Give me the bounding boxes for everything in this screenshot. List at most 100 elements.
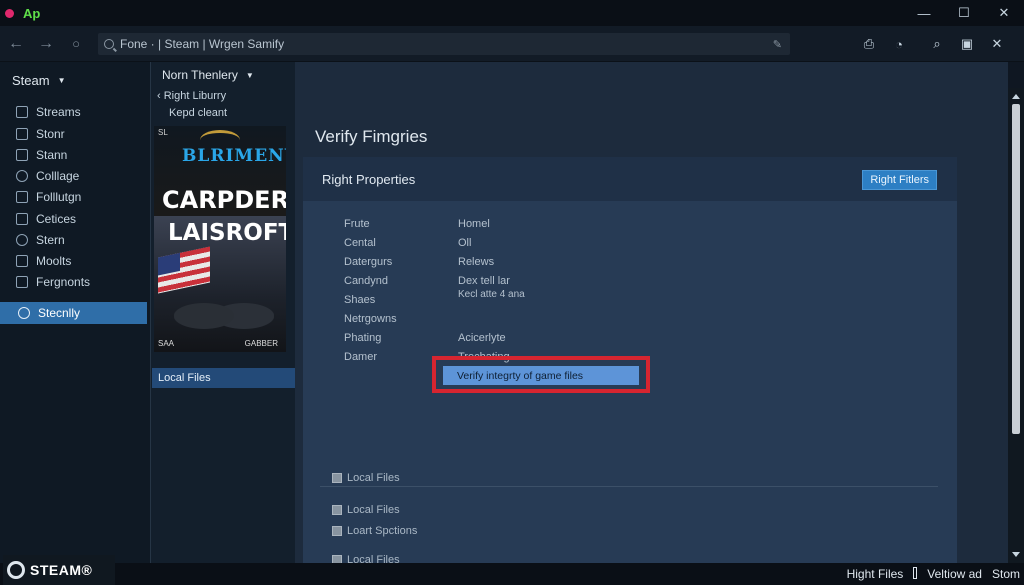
- library-header-label: Norn Thenlery: [162, 68, 238, 82]
- library-column: Norn Thenlery ▼ ‹ Right Liburry Kepd cle…: [150, 62, 295, 563]
- sidebar-item-label: Moolts: [36, 254, 72, 268]
- sidebar-item-stonr[interactable]: Stonr: [16, 124, 65, 144]
- sidebar-item-label: Cetices: [36, 212, 77, 226]
- folder-icon: [16, 191, 28, 203]
- back-link-label: Right Liburry: [163, 90, 227, 102]
- verify-integrity-button[interactable]: Verify integrty of game files: [443, 366, 639, 385]
- prop-label: Damer: [344, 351, 378, 363]
- sidebar-item-active[interactable]: Stecnlly: [0, 302, 147, 324]
- back-link[interactable]: ‹ Right Liburry: [157, 90, 226, 102]
- print-icon[interactable]: ⎙: [856, 32, 882, 56]
- checkbox-loart-spctions[interactable]: Loart Spctions: [332, 525, 417, 537]
- checkbox-local-files-3[interactable]: Local Files: [332, 472, 400, 484]
- sidebar-item-folllutgn[interactable]: Folllutgn: [16, 187, 81, 207]
- main-content: Verify Fimgries Right Properties Right F…: [295, 62, 1008, 566]
- chevron-down-icon: ▼: [57, 76, 66, 85]
- forward-arrow-icon[interactable]: →: [34, 32, 58, 56]
- users-icon: [16, 213, 28, 225]
- checkbox-label: Loart Spctions: [347, 525, 418, 537]
- prop-label: Phating: [344, 332, 382, 344]
- divider: [320, 486, 938, 487]
- library-header[interactable]: Norn Thenlery ▼: [162, 68, 254, 82]
- tag-icon: [16, 276, 28, 288]
- sidebar-item-moolts[interactable]: Moolts: [16, 251, 71, 271]
- prop-value: Kecl atte 4 ana: [458, 289, 525, 300]
- prop-value: Relews: [458, 256, 495, 268]
- close-button[interactable]: ✕: [984, 0, 1024, 26]
- prop-label: Shaes: [344, 294, 376, 306]
- scroll-down-icon[interactable]: [1012, 552, 1020, 557]
- scroll-up-icon[interactable]: [1012, 94, 1020, 99]
- sidebar-item-colllage[interactable]: Colllage: [16, 166, 79, 186]
- title-bar: Ap — ☐ ✕: [0, 0, 1024, 26]
- cover-art-bottom: LAISROFT SAA GABBER: [154, 216, 286, 352]
- status-item[interactable]: Stom: [992, 567, 1020, 581]
- scrollbar[interactable]: [1008, 88, 1024, 563]
- window-controls: — ☐ ✕: [904, 0, 1024, 26]
- steam-icon: [7, 561, 25, 579]
- checkbox-label: Local Files: [347, 472, 400, 484]
- gear-icon: [16, 170, 28, 182]
- sidebar-item-label: Stann: [36, 148, 68, 162]
- library-sub-label: Kepd cleant: [169, 107, 228, 119]
- sidebar-item-cetices[interactable]: Cetices: [16, 209, 76, 229]
- prop-value: Oll: [458, 237, 472, 249]
- minimize-button[interactable]: —: [904, 0, 944, 26]
- sidebar-item-label: Folllutgn: [36, 190, 82, 204]
- clock-icon[interactable]: ◔: [886, 32, 912, 56]
- panel-icon[interactable]: ▣: [954, 32, 980, 56]
- address-bar[interactable]: Fone · | Steam | Wrgen Samify ✎: [98, 33, 790, 55]
- close-tab-icon[interactable]: ✕: [984, 32, 1010, 56]
- sidebar-item-stern[interactable]: Stern: [16, 230, 65, 250]
- checkbox-local-files[interactable]: Local Files: [332, 504, 400, 516]
- sidebar-item-label: Streams: [36, 105, 81, 119]
- sidebar-item-streams[interactable]: Streams: [16, 102, 81, 122]
- search-tool-icon[interactable]: ⌕: [924, 32, 950, 56]
- edit-icon[interactable]: ✎: [773, 38, 782, 51]
- scroll-thumb[interactable]: [1012, 104, 1020, 434]
- prop-label: Datergurs: [344, 256, 393, 268]
- sidebar-header-label: Steam: [12, 73, 50, 88]
- sidebar-item-stann[interactable]: Stann: [16, 145, 67, 165]
- sidebar-header[interactable]: Steam ▼: [12, 73, 66, 88]
- cover-art-top: SL BLRIMENY CARPDER: [154, 126, 286, 216]
- refresh-icon[interactable]: ○: [64, 32, 88, 56]
- app-icon: [5, 8, 14, 18]
- prop-value: Dex tell lar: [458, 275, 510, 287]
- checkbox-label: Local Files: [347, 504, 400, 516]
- list-icon: [16, 106, 28, 118]
- steam-logo[interactable]: STEAM®: [3, 555, 115, 585]
- status-item[interactable]: Hight Files: [847, 567, 904, 581]
- back-arrow-icon[interactable]: ←: [4, 32, 28, 56]
- sidebar-item-label: Stern: [36, 233, 65, 247]
- nav-bar: ← → ○ Fone · | Steam | Wrgen Samify ✎ ⎙ …: [0, 26, 1024, 62]
- sidebar-item-fergnonts[interactable]: Fergnonts: [16, 272, 90, 292]
- cover-footer-right: GABBER: [244, 339, 278, 348]
- sidebar-item-label: Fergnonts: [36, 275, 91, 289]
- cover-tag: SL: [158, 128, 168, 137]
- maximize-button[interactable]: ☐: [944, 0, 984, 26]
- prop-label: Cental: [344, 237, 376, 249]
- library-item-local-files[interactable]: Local Files: [152, 368, 295, 388]
- checkbox-box[interactable]: [332, 473, 342, 483]
- cover-title-2: LAISROFT: [168, 220, 286, 246]
- wrench-icon: [16, 234, 28, 246]
- status-item[interactable]: Veltiow ad: [927, 567, 982, 581]
- prop-value: Homel: [458, 218, 490, 230]
- checkbox-box[interactable]: [332, 505, 342, 515]
- sidebar: Steam ▼ Streams Stonr Stann Colllage Fol…: [0, 62, 150, 563]
- cover-footer-left: SAA: [158, 339, 175, 348]
- sidebar-item-label: Stonr: [36, 127, 65, 141]
- panel-header: Right Properties Right Fitlers: [303, 157, 957, 201]
- soldiers-image: [174, 286, 274, 336]
- separator-icon: [913, 567, 918, 579]
- chevron-down-icon: ▼: [245, 70, 254, 80]
- page-title: Verify Fimgries: [315, 127, 428, 146]
- checkbox-box[interactable]: [332, 526, 342, 536]
- cover-title: CARPDER: [162, 186, 286, 214]
- chevron-left-icon: ‹: [157, 90, 164, 102]
- prop-label: Frute: [344, 218, 370, 230]
- chart-icon: [16, 255, 28, 267]
- right-filters-button[interactable]: Right Fitlers: [862, 170, 937, 190]
- game-cover-art[interactable]: SL BLRIMENY CARPDER LAISROFT SAA GABBER: [154, 126, 286, 352]
